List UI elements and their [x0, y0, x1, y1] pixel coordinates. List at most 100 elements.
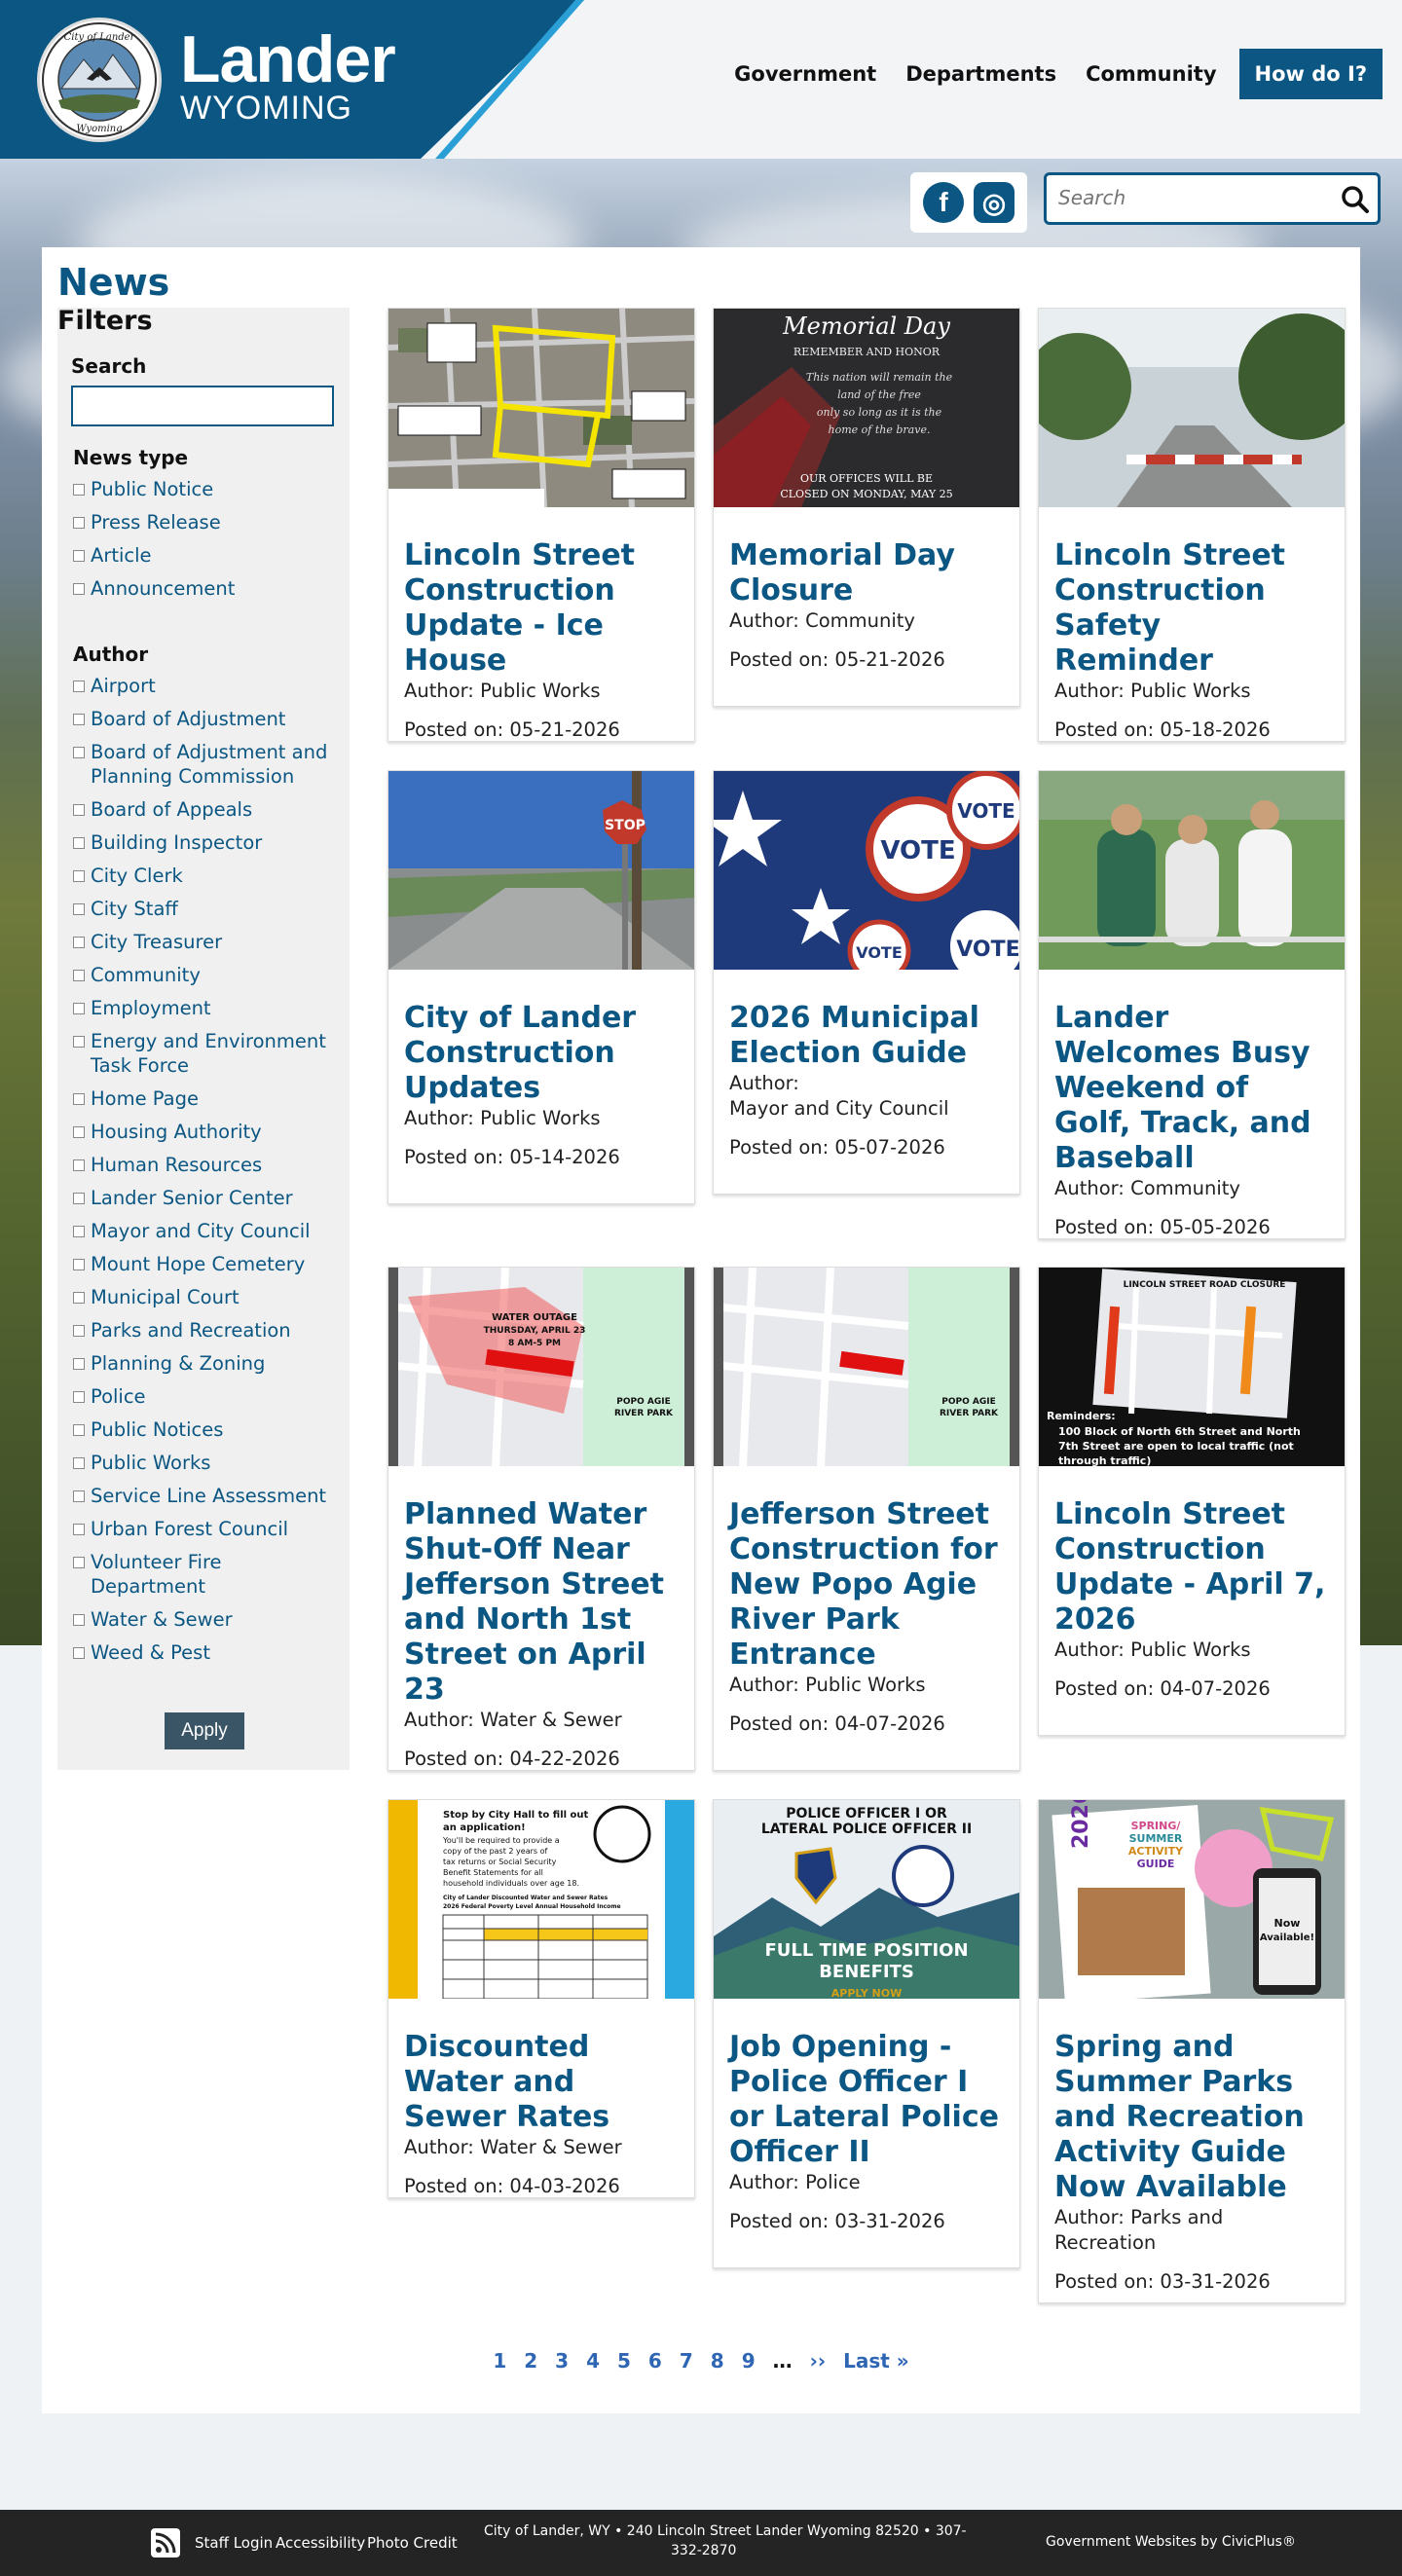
news-card[interactable]: VOTE VOTE VOTE VOTE 2026 Municipal Elect…: [713, 770, 1020, 1195]
author-option[interactable]: Public Works: [73, 1451, 336, 1475]
instagram-icon[interactable]: ◎: [974, 182, 1015, 223]
checkbox[interactable]: [73, 1647, 85, 1659]
author-option[interactable]: Airport: [73, 674, 336, 698]
author-option[interactable]: Board of Adjustment: [73, 707, 336, 731]
news-title[interactable]: Lincoln Street Construction Safety Remin…: [1039, 507, 1345, 679]
checkbox[interactable]: [73, 517, 85, 529]
checkbox[interactable]: [73, 1524, 85, 1535]
checkbox[interactable]: [73, 1457, 85, 1469]
news-type-option[interactable]: Press Release: [73, 510, 336, 534]
news-type-option[interactable]: Article: [73, 543, 336, 568]
filter-search-input[interactable]: [71, 386, 334, 426]
author-option[interactable]: City Treasurer: [73, 930, 336, 954]
page-link[interactable]: 2: [515, 2349, 546, 2373]
news-card[interactable]: STOP City of Lander Construction Updates…: [387, 770, 695, 1204]
author-option[interactable]: Volunteer Fire Department: [73, 1550, 336, 1599]
checkbox[interactable]: [73, 484, 85, 496]
news-thumbnail[interactable]: [388, 309, 694, 507]
checkbox[interactable]: [73, 714, 85, 725]
news-thumbnail[interactable]: VOTE VOTE VOTE VOTE: [714, 771, 1019, 970]
author-option[interactable]: Water & Sewer: [73, 1607, 336, 1632]
author-option[interactable]: Employment: [73, 996, 336, 1020]
site-name[interactable]: Lander: [180, 21, 396, 97]
checkbox[interactable]: [73, 804, 85, 816]
news-card[interactable]: POPO AGIE RIVER PARK Jefferson Street Co…: [713, 1267, 1020, 1771]
news-title[interactable]: Lincoln Street Construction Update - Ice…: [388, 507, 694, 679]
checkbox[interactable]: [73, 970, 85, 981]
checkbox[interactable]: [73, 1259, 85, 1270]
news-title[interactable]: City of Lander Construction Updates: [388, 970, 694, 1106]
news-card[interactable]: Memorial Day REMEMBER AND HONOR This nat…: [713, 308, 1020, 707]
checkbox[interactable]: [73, 903, 85, 915]
news-thumbnail[interactable]: [1039, 771, 1345, 970]
checkbox[interactable]: [73, 681, 85, 692]
news-type-option[interactable]: Announcement: [73, 576, 336, 601]
checkbox[interactable]: [73, 1003, 85, 1014]
news-title[interactable]: 2026 Municipal Election Guide: [714, 970, 1019, 1071]
checkbox[interactable]: [73, 1292, 85, 1304]
search-icon[interactable]: [1341, 185, 1370, 214]
checkbox[interactable]: [73, 1193, 85, 1204]
author-option[interactable]: Mayor and City Council: [73, 1219, 336, 1243]
author-option[interactable]: Board of Adjustment and Planning Commiss…: [73, 740, 336, 789]
author-option[interactable]: Municipal Court: [73, 1285, 336, 1309]
news-thumbnail[interactable]: Memorial Day REMEMBER AND HONOR This nat…: [714, 309, 1019, 507]
author-option[interactable]: Parks and Recreation: [73, 1318, 336, 1343]
nav-item-government[interactable]: Government: [719, 50, 891, 98]
author-option[interactable]: Housing Authority: [73, 1120, 336, 1144]
author-option[interactable]: Service Line Assessment: [73, 1484, 336, 1508]
author-option[interactable]: Energy and Environment Task Force: [73, 1029, 336, 1078]
news-card[interactable]: Lincoln Street Construction Safety Remin…: [1038, 308, 1346, 742]
apply-filters-button[interactable]: Apply: [165, 1712, 244, 1749]
page-link[interactable]: 7: [671, 2349, 702, 2373]
news-card[interactable]: Lander Welcomes Busy Weekend of Golf, Tr…: [1038, 770, 1346, 1239]
page-link[interactable]: 8: [702, 2349, 733, 2373]
checkbox[interactable]: [73, 937, 85, 948]
last-page-link[interactable]: Last »: [834, 2349, 918, 2373]
page-link[interactable]: 6: [640, 2349, 671, 2373]
news-title[interactable]: Discounted Water and Sewer Rates: [388, 1999, 694, 2135]
news-thumbnail[interactable]: POPO AGIE RIVER PARK: [714, 1268, 1019, 1466]
site-search-input[interactable]: [1047, 175, 1329, 220]
news-title[interactable]: Job Opening - Police Officer I or Latera…: [714, 1999, 1019, 2170]
news-card[interactable]: Stop by City Hall to fill out an applica…: [387, 1799, 695, 2198]
news-thumbnail[interactable]: POLICE OFFICER I OR LATERAL POLICE OFFIC…: [714, 1800, 1019, 1999]
news-card[interactable]: Lincoln Street Construction Update - Ice…: [387, 308, 695, 742]
author-option[interactable]: Public Notices: [73, 1417, 336, 1442]
rss-icon[interactable]: [151, 2528, 180, 2558]
news-title[interactable]: Spring and Summer Parks and Recreation A…: [1039, 1999, 1345, 2205]
checkbox[interactable]: [73, 1325, 85, 1337]
checkbox[interactable]: [73, 1424, 85, 1436]
news-card[interactable]: 2026 SPRING/ SUMMER ACTIVITY GUIDE Now A…: [1038, 1799, 1346, 2303]
news-title[interactable]: Jefferson Street Construction for New Po…: [714, 1466, 1019, 1673]
author-option[interactable]: Police: [73, 1384, 336, 1409]
author-option[interactable]: Home Page: [73, 1086, 336, 1111]
news-title[interactable]: Memorial Day Closure: [714, 507, 1019, 608]
author-option[interactable]: Lander Senior Center: [73, 1186, 336, 1210]
author-option[interactable]: Building Inspector: [73, 830, 336, 855]
vendor-credit-link[interactable]: Government Websites by CivicPlus®: [1046, 2534, 1296, 2550]
author-option[interactable]: Weed & Pest: [73, 1640, 336, 1665]
checkbox[interactable]: [73, 870, 85, 882]
news-title[interactable]: Planned Water Shut-Off Near Jefferson St…: [388, 1466, 694, 1708]
page-link[interactable]: 9: [733, 2349, 764, 2373]
news-thumbnail[interactable]: Stop by City Hall to fill out an applica…: [388, 1800, 694, 1999]
city-seal-logo[interactable]: City of Lander Wyoming: [37, 18, 162, 142]
checkbox[interactable]: [73, 1036, 85, 1048]
checkbox[interactable]: [73, 1358, 85, 1370]
checkbox[interactable]: [73, 1614, 85, 1626]
author-option[interactable]: Human Resources: [73, 1153, 336, 1177]
news-thumbnail[interactable]: STOP: [388, 771, 694, 970]
author-option[interactable]: Mount Hope Cemetery: [73, 1252, 336, 1276]
checkbox[interactable]: [73, 1226, 85, 1237]
checkbox[interactable]: [73, 1093, 85, 1105]
page-link[interactable]: 3: [546, 2349, 577, 2373]
news-title[interactable]: Lander Welcomes Busy Weekend of Golf, Tr…: [1039, 970, 1345, 1176]
author-option[interactable]: Community: [73, 963, 336, 987]
accessibility-link[interactable]: Accessibility: [276, 2534, 365, 2552]
checkbox[interactable]: [73, 550, 85, 562]
author-option[interactable]: City Clerk: [73, 864, 336, 888]
checkbox[interactable]: [73, 1557, 85, 1568]
news-title[interactable]: Lincoln Street Construction Update - Apr…: [1039, 1466, 1345, 1638]
checkbox[interactable]: [73, 583, 85, 595]
